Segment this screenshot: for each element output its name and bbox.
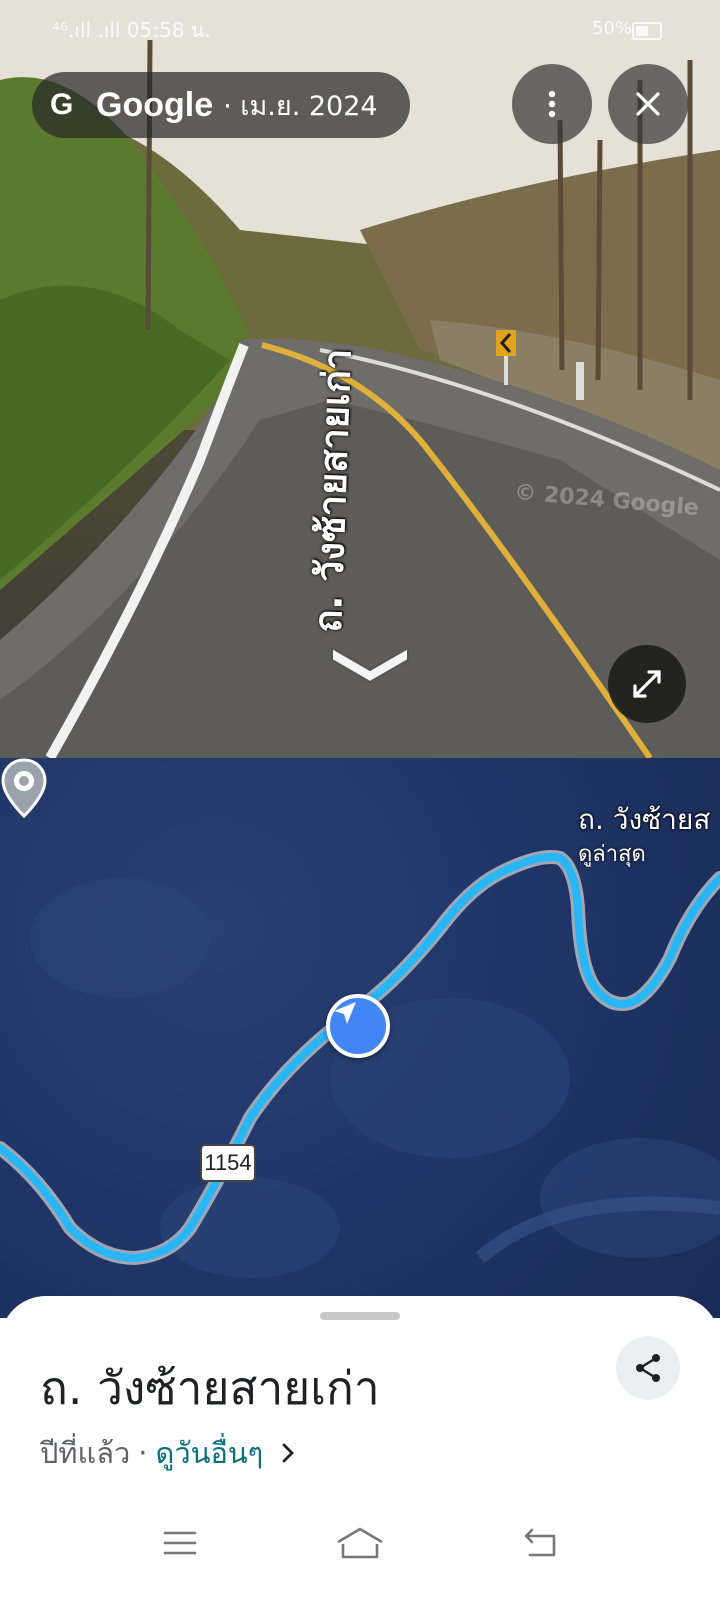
- chevron-down-icon[interactable]: [328, 640, 412, 684]
- fullscreen-button[interactable]: [608, 645, 686, 723]
- route-number-shield: 1154: [200, 1144, 256, 1182]
- pin-subtitle: ดูล่าสุด: [578, 842, 646, 867]
- recent-apps-button[interactable]: [150, 1518, 210, 1568]
- google-g-icon: G: [50, 88, 74, 121]
- more-options-button[interactable]: [512, 64, 592, 144]
- imagery-source-chip[interactable]: G Google · เม.ย. 2024: [32, 72, 410, 138]
- home-button[interactable]: [330, 1518, 390, 1568]
- separator-dot: ·: [138, 1436, 148, 1470]
- satellite-map[interactable]: 1154 ถ. วังซ้ายส ดูล่าสุด: [0, 758, 720, 1318]
- capture-info-row: ปีที่แล้ว · ดูวันอื่นๆ: [40, 1430, 295, 1476]
- time-ago-label: ปีที่แล้ว: [40, 1436, 131, 1470]
- share-icon: [636, 1354, 660, 1382]
- menu-icon: [163, 1531, 197, 1555]
- status-left-text: ⁴⁶.ıll .ıll 05:58 น.: [52, 18, 211, 42]
- place-bottom-sheet: ถ. วังซ้ายสายเก่า ปีที่แล้ว · ดูวันอื่นๆ: [0, 1296, 720, 1600]
- street-view-panorama[interactable]: ⁴⁶.ıll .ıll 05:58 น. 50% G Google · เม.ย…: [0, 0, 720, 758]
- current-position-marker[interactable]: [326, 994, 390, 1058]
- expand-icon: [633, 670, 661, 698]
- close-button[interactable]: [608, 64, 688, 144]
- close-icon: [636, 92, 660, 116]
- navigation-arrow-icon: [334, 1002, 356, 1024]
- status-bar: ⁴⁶.ıll .ıll 05:58 น. 50%: [0, 10, 720, 50]
- battery-percent: 50%: [591, 18, 632, 39]
- place-title: ถ. วังซ้ายสายเก่า: [40, 1361, 380, 1415]
- see-other-dates-link[interactable]: ดูวันอื่นๆ: [156, 1430, 264, 1476]
- back-icon: [524, 1528, 556, 1557]
- provider-name: Google: [96, 85, 214, 124]
- battery-icon: [632, 22, 662, 40]
- home-icon: [337, 1527, 383, 1559]
- road-name-overlay: ถ. วังซ้ายสายเก่า: [305, 347, 360, 634]
- system-nav-bar: [0, 1508, 720, 1578]
- place-pin-icon[interactable]: [0, 758, 48, 820]
- back-button[interactable]: [510, 1518, 570, 1568]
- chevron-right-icon[interactable]: [281, 1442, 295, 1464]
- share-button[interactable]: [616, 1336, 680, 1400]
- more-vert-icon: [548, 90, 556, 118]
- drag-handle[interactable]: [320, 1312, 400, 1320]
- capture-date: · เม.ย. 2024: [223, 90, 378, 122]
